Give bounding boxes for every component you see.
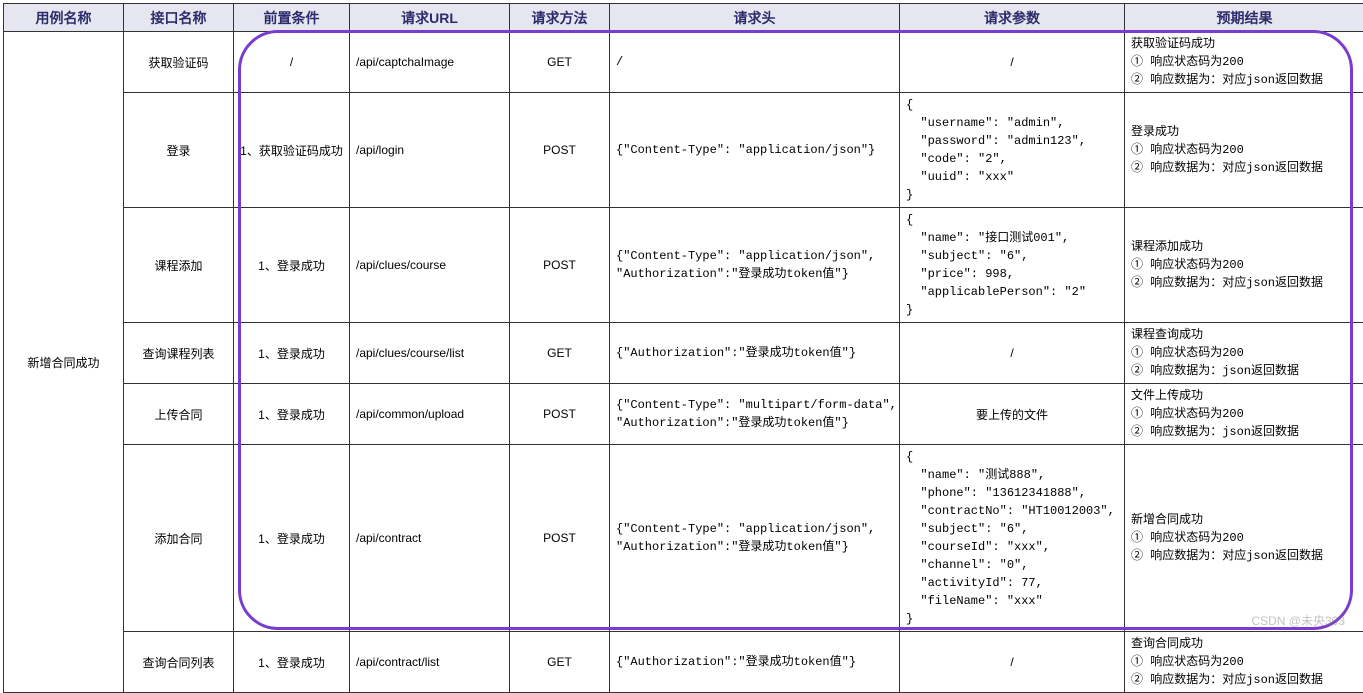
req-headers-cell: {"Content-Type": "application/json", "Au… bbox=[610, 208, 900, 323]
precondition-cell: 1、登录成功 bbox=[234, 384, 350, 445]
table-row: 添加合同1、登录成功/api/contractPOST{"Content-Typ… bbox=[4, 445, 1363, 632]
expected-cell: 查询合同成功 ① 响应状态码为200 ② 响应数据为：对应json返回数据 bbox=[1125, 632, 1363, 693]
table-row: 课程添加1、登录成功/api/clues/coursePOST{"Content… bbox=[4, 208, 1363, 323]
precondition-cell: 1、登录成功 bbox=[234, 445, 350, 632]
api-name-cell: 登录 bbox=[124, 93, 234, 208]
method-cell: POST bbox=[510, 445, 610, 632]
req-params-cell: { "username": "admin", "password": "admi… bbox=[900, 93, 1125, 208]
api-name-cell: 添加合同 bbox=[124, 445, 234, 632]
table-row: 登录1、获取验证码成功/api/loginPOST{"Content-Type"… bbox=[4, 93, 1363, 208]
url-cell: /api/contract/list bbox=[350, 632, 510, 693]
api-name-cell: 上传合同 bbox=[124, 384, 234, 445]
th-precondition: 前置条件 bbox=[234, 4, 350, 32]
api-name-cell: 课程添加 bbox=[124, 208, 234, 323]
method-cell: POST bbox=[510, 208, 610, 323]
req-headers-cell: {"Authorization":"登录成功token值"} bbox=[610, 323, 900, 384]
th-api-name: 接口名称 bbox=[124, 4, 234, 32]
method-cell: GET bbox=[510, 323, 610, 384]
expected-cell: 获取验证码成功 ① 响应状态码为200 ② 响应数据为：对应json返回数据 bbox=[1125, 32, 1363, 93]
precondition-cell: 1、登录成功 bbox=[234, 632, 350, 693]
api-name-cell: 查询课程列表 bbox=[124, 323, 234, 384]
expected-cell: 课程查询成功 ① 响应状态码为200 ② 响应数据为：json返回数据 bbox=[1125, 323, 1363, 384]
precondition-cell: 1、登录成功 bbox=[234, 208, 350, 323]
req-headers-cell: {"Content-Type": "application/json", "Au… bbox=[610, 445, 900, 632]
th-case-name: 用例名称 bbox=[4, 4, 124, 32]
method-cell: GET bbox=[510, 632, 610, 693]
method-cell: POST bbox=[510, 384, 610, 445]
req-params-cell: / bbox=[900, 323, 1125, 384]
api-name-cell: 查询合同列表 bbox=[124, 632, 234, 693]
req-params-cell: { "name": "测试888", "phone": "13612341888… bbox=[900, 445, 1125, 632]
url-cell: /api/clues/course bbox=[350, 208, 510, 323]
url-cell: /api/clues/course/list bbox=[350, 323, 510, 384]
expected-cell: 登录成功 ① 响应状态码为200 ② 响应数据为：对应json返回数据 bbox=[1125, 93, 1363, 208]
th-req-headers: 请求头 bbox=[610, 4, 900, 32]
req-headers-cell: / bbox=[610, 32, 900, 93]
method-cell: POST bbox=[510, 93, 610, 208]
req-params-cell: / bbox=[900, 32, 1125, 93]
expected-cell: 课程添加成功 ① 响应状态码为200 ② 响应数据为：对应json返回数据 bbox=[1125, 208, 1363, 323]
table-header-row: 用例名称 接口名称 前置条件 请求URL 请求方法 请求头 请求参数 预期结果 bbox=[4, 4, 1363, 32]
table-row: 查询课程列表1、登录成功/api/clues/course/listGET{"A… bbox=[4, 323, 1363, 384]
th-url: 请求URL bbox=[350, 4, 510, 32]
precondition-cell: 1、获取验证码成功 bbox=[234, 93, 350, 208]
table-row: 上传合同1、登录成功/api/common/uploadPOST{"Conten… bbox=[4, 384, 1363, 445]
req-params-cell: / bbox=[900, 632, 1125, 693]
expected-cell: 文件上传成功 ① 响应状态码为200 ② 响应数据为：json返回数据 bbox=[1125, 384, 1363, 445]
th-req-params: 请求参数 bbox=[900, 4, 1125, 32]
method-cell: GET bbox=[510, 32, 610, 93]
url-cell: /api/common/upload bbox=[350, 384, 510, 445]
th-method: 请求方法 bbox=[510, 4, 610, 32]
precondition-cell: / bbox=[234, 32, 350, 93]
req-params-cell: 要上传的文件 bbox=[900, 384, 1125, 445]
api-test-table: 用例名称 接口名称 前置条件 请求URL 请求方法 请求头 请求参数 预期结果 … bbox=[3, 3, 1363, 693]
th-expected: 预期结果 bbox=[1125, 4, 1363, 32]
req-headers-cell: {"Content-Type": "application/json"} bbox=[610, 93, 900, 208]
req-params-cell: { "name": "接口测试001", "subject": "6", "pr… bbox=[900, 208, 1125, 323]
expected-cell: 新增合同成功 ① 响应状态码为200 ② 响应数据为：对应json返回数据 bbox=[1125, 445, 1363, 632]
req-headers-cell: {"Content-Type": "multipart/form-data", … bbox=[610, 384, 900, 445]
url-cell: /api/contract bbox=[350, 445, 510, 632]
precondition-cell: 1、登录成功 bbox=[234, 323, 350, 384]
url-cell: /api/captchaImage bbox=[350, 32, 510, 93]
case-name-cell: 新增合同成功 bbox=[4, 32, 124, 693]
table-row: 新增合同成功获取验证码//api/captchaImageGET//获取验证码成… bbox=[4, 32, 1363, 93]
req-headers-cell: {"Authorization":"登录成功token值"} bbox=[610, 632, 900, 693]
url-cell: /api/login bbox=[350, 93, 510, 208]
api-name-cell: 获取验证码 bbox=[124, 32, 234, 93]
table-row: 查询合同列表1、登录成功/api/contract/listGET{"Autho… bbox=[4, 632, 1363, 693]
